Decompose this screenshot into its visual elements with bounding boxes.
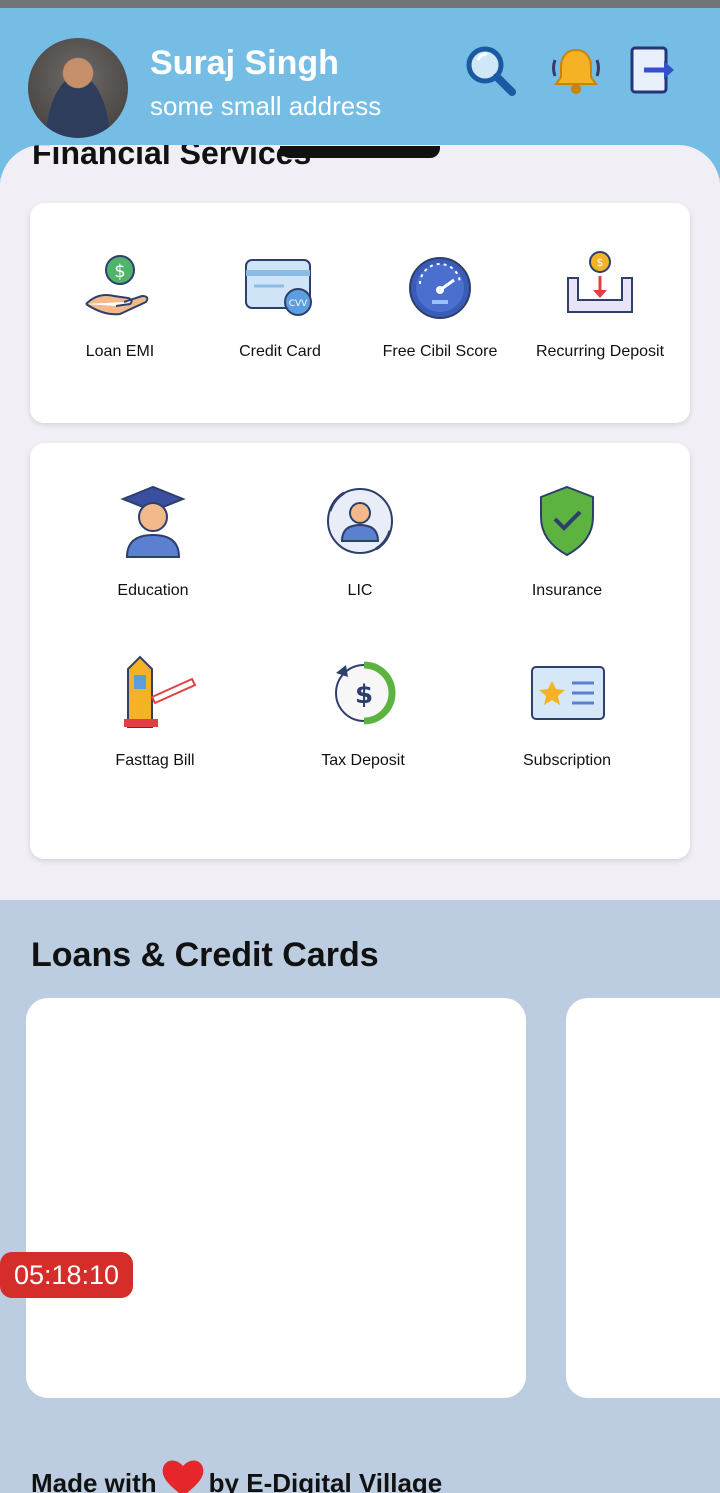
footer-prefix: Made with xyxy=(31,1468,157,1493)
graduation-icon xyxy=(113,481,193,561)
services-sheet: Financial Services $ Loan EMI CVV Credit… xyxy=(0,145,720,900)
svg-text:$: $ xyxy=(114,261,125,282)
service-label: Fasttag Bill xyxy=(115,752,195,769)
service-label: LIC xyxy=(347,582,373,599)
service-label: Education xyxy=(117,582,189,599)
svg-text:$: $ xyxy=(355,680,373,710)
service-label: Insurance xyxy=(531,582,603,599)
avatar[interactable] xyxy=(28,38,128,138)
search-icon[interactable] xyxy=(462,42,518,98)
service-label: Tax Deposit xyxy=(321,752,405,769)
deposit-icon: $ xyxy=(560,248,640,328)
loan-emi-icon: $ xyxy=(80,248,160,328)
lic-icon xyxy=(320,481,400,561)
speedometer-icon xyxy=(400,248,480,328)
status-bar xyxy=(0,0,720,8)
footer-credit: Made with by E-Digital Village xyxy=(31,1458,442,1493)
credit-card-icon: CVV xyxy=(240,248,320,328)
svg-text:CVV: CVV xyxy=(289,299,308,309)
user-address: some small address xyxy=(150,91,382,121)
loan-offer-card[interactable] xyxy=(26,998,526,1398)
bell-icon[interactable] xyxy=(548,42,604,98)
shield-check-icon xyxy=(527,481,607,561)
section-title-loans: Loans & Credit Cards xyxy=(31,936,379,974)
tax-dollar-icon: $ xyxy=(322,653,402,733)
service-label: Loan EMI xyxy=(85,343,155,360)
service-label: Free Cibil Score xyxy=(382,343,498,360)
service-label: Subscription xyxy=(522,752,612,769)
section-title-financial-services: Financial Services xyxy=(32,145,312,171)
services-card-primary: $ Loan EMI CVV Credit Card Free Cibil Sc… xyxy=(30,203,690,423)
service-label: Recurring Deposit xyxy=(535,343,665,360)
toll-gate-icon xyxy=(120,653,200,733)
heart-icon xyxy=(161,1458,205,1493)
camera-notch xyxy=(280,146,440,158)
logout-icon[interactable] xyxy=(626,42,682,98)
footer-suffix: by E-Digital Village xyxy=(208,1468,443,1493)
timer-badge: 05:18:10 xyxy=(0,1252,133,1298)
loan-offer-card-next[interactable] xyxy=(566,998,720,1398)
services-card-secondary: Education LIC Insurance Fasttag Bill $ T… xyxy=(30,443,690,859)
subscription-card-icon xyxy=(528,653,608,733)
service-label: Credit Card xyxy=(239,343,321,360)
svg-text:$: $ xyxy=(597,256,604,269)
user-name: Suraj Singh xyxy=(150,44,339,82)
